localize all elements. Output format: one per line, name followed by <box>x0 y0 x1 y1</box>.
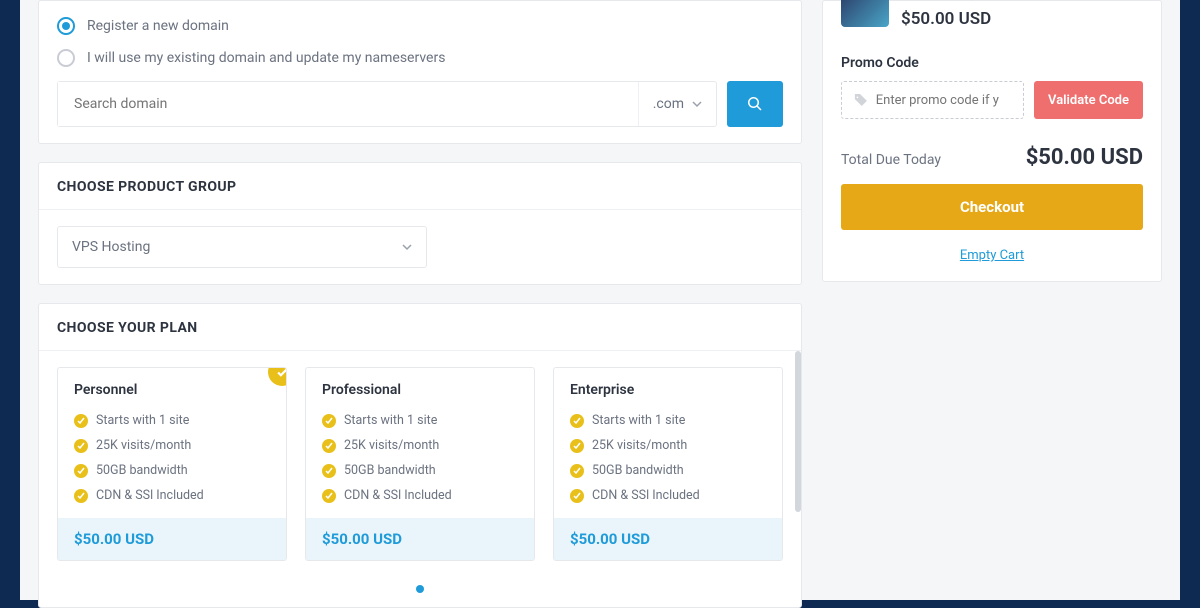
check-bullet-icon <box>570 414 584 428</box>
total-due-value: $50.00 USD <box>1026 145 1143 170</box>
radio-icon <box>57 17 75 35</box>
tld-value: .com <box>653 96 684 112</box>
plan-feature-text: CDN & SSl Included <box>344 488 452 503</box>
radio-icon <box>57 49 75 67</box>
plan-feature-text: Starts with 1 site <box>96 413 189 428</box>
plan-card[interactable]: Personnel Starts with 1 site 25K visits/mo… <box>57 367 287 561</box>
plan-price: $50.00 USD <box>306 518 534 560</box>
check-bullet-icon <box>570 439 584 453</box>
plan-card[interactable]: Professional Starts with 1 site 25K visits… <box>305 367 535 561</box>
plan-feature-text: 50GB bandwidth <box>344 463 436 478</box>
radio-label: Register a new domain <box>87 18 229 34</box>
chevron-down-icon <box>402 242 412 252</box>
check-bullet-icon <box>570 489 584 503</box>
cart-item-name: Personnel <box>901 0 964 3</box>
plan-card[interactable]: Enterprise Starts with 1 site 25K visits/m… <box>553 367 783 561</box>
carousel-dots <box>39 575 801 607</box>
tag-icon <box>854 92 868 108</box>
cart-item-price: $50.00 USD <box>901 9 1120 29</box>
radio-label: I will use my existing domain and update… <box>87 50 445 66</box>
plan-feature-text: 50GB bandwidth <box>96 463 188 478</box>
plan-price: $50.00 USD <box>554 518 782 560</box>
checkout-button[interactable]: Checkout <box>841 184 1143 230</box>
chevron-down-icon <box>692 99 702 109</box>
domain-search-box: .com <box>57 81 717 127</box>
product-group-select[interactable]: VPS Hosting <box>57 226 427 268</box>
promo-code-input[interactable] <box>876 93 1011 108</box>
plan-feature: Starts with 1 site <box>570 408 766 433</box>
plan-feature-list: Starts with 1 site 25K visits/month 50GB b… <box>58 408 286 518</box>
plan-feature: CDN & SSl Included <box>74 483 270 508</box>
edit-icon[interactable] <box>970 0 984 2</box>
plan-feature-list: Starts with 1 site 25K visits/month 50GB b… <box>306 408 534 518</box>
plan-feature-text: Starts with 1 site <box>344 413 437 428</box>
plan-price: $50.00 USD <box>58 518 286 560</box>
validate-code-button[interactable]: Validate Code <box>1034 81 1143 119</box>
product-group-value: VPS Hosting <box>72 239 150 255</box>
check-bullet-icon <box>322 464 336 478</box>
plan-name: Professional <box>306 368 534 408</box>
domain-search-input[interactable] <box>58 82 638 126</box>
promo-input-wrapper <box>841 81 1024 119</box>
plan-feature-list: Starts with 1 site 25K visits/month 50GB b… <box>554 408 782 518</box>
plan-feature: 50GB bandwidth <box>570 458 766 483</box>
section-title: CHOOSE YOUR PLAN <box>39 304 801 351</box>
total-due-label: Total Due Today <box>841 152 941 168</box>
plans-section: CHOOSE YOUR PLAN PersonnelStarts with 1 … <box>38 303 802 608</box>
plan-feature-text: CDN & SSl Included <box>592 488 700 503</box>
plan-feature-text: 25K visits/month <box>96 438 191 453</box>
plan-feature: 25K visits/month <box>74 433 270 458</box>
plan-feature: CDN & SSl Included <box>570 483 766 508</box>
plan-feature-text: 25K visits/month <box>592 438 687 453</box>
product-group-section: CHOOSE PRODUCT GROUP VPS Hosting <box>38 162 802 285</box>
plan-feature: CDN & SSl Included <box>322 483 518 508</box>
check-bullet-icon <box>74 439 88 453</box>
plan-feature: Starts with 1 site <box>322 408 518 433</box>
check-bullet-icon <box>322 489 336 503</box>
radio-existing-domain[interactable]: I will use my existing domain and update… <box>57 49 783 67</box>
domain-search-button[interactable] <box>727 81 783 127</box>
check-bullet-icon <box>322 414 336 428</box>
search-icon <box>747 96 763 112</box>
check-bullet-icon <box>74 464 88 478</box>
plan-feature: Starts with 1 site <box>74 408 270 433</box>
tld-select[interactable]: .com <box>638 82 716 126</box>
check-bullet-icon <box>74 414 88 428</box>
plan-name: Enterprise <box>554 368 782 408</box>
cart-item-thumbnail <box>841 0 889 27</box>
section-title: CHOOSE PRODUCT GROUP <box>39 163 801 210</box>
plans-scrollbar[interactable] <box>795 351 801 512</box>
plan-feature-text: 25K visits/month <box>344 438 439 453</box>
empty-cart-link[interactable]: Empty Cart <box>841 248 1143 263</box>
order-summary-panel: Personnel $50.00 USD × Promo Code Valida… <box>822 0 1162 282</box>
plan-name: Personnel <box>58 368 286 408</box>
check-bullet-icon <box>570 464 584 478</box>
plan-feature: 50GB bandwidth <box>322 458 518 483</box>
plan-feature-text: 50GB bandwidth <box>592 463 684 478</box>
check-bullet-icon <box>322 439 336 453</box>
promo-code-label: Promo Code <box>841 55 1143 71</box>
plan-feature-text: CDN & SSl Included <box>96 488 204 503</box>
plan-feature-text: Starts with 1 site <box>592 413 685 428</box>
plan-feature: 25K visits/month <box>322 433 518 458</box>
cart-item-row: Personnel $50.00 USD × <box>841 1 1143 29</box>
carousel-dot-active[interactable] <box>416 585 424 593</box>
remove-item-button[interactable]: × <box>1132 0 1143 1</box>
radio-register-new[interactable]: Register a new domain <box>57 17 783 35</box>
plan-feature: 25K visits/month <box>570 433 766 458</box>
domain-choice-panel: Register a new domain I will use my exis… <box>38 0 802 144</box>
check-bullet-icon <box>74 489 88 503</box>
plan-feature: 50GB bandwidth <box>74 458 270 483</box>
